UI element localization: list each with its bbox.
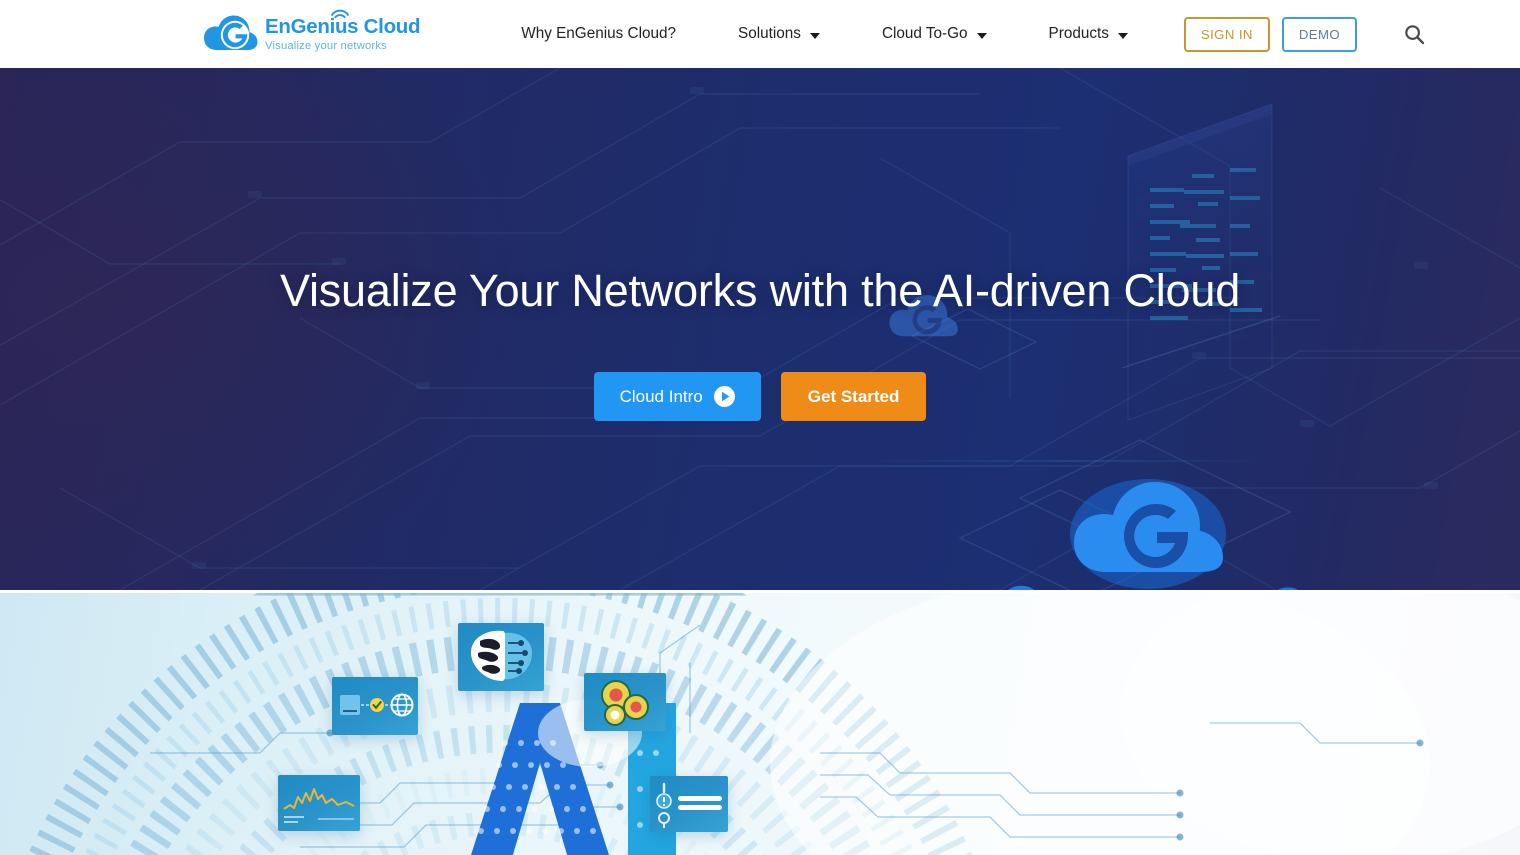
hero-section: Visualize Your Networks with the AI-driv…: [0, 68, 1520, 590]
nav-item-products[interactable]: Products: [1018, 0, 1159, 68]
chevron-down-icon: [976, 32, 987, 39]
brand-text: EnGenius Cloud Visualize your networks: [265, 9, 421, 52]
ai-radial-stripes-decor: [0, 593, 1520, 855]
ai-card-device-globe: [332, 677, 418, 735]
primary-navigation: Why EnGenius Cloud? Solutions Cloud To-G…: [490, 0, 1159, 68]
site-header: EnGenius Cloud Visualize your networks W…: [0, 0, 1520, 68]
brand-logo[interactable]: EnGenius Cloud Visualize your networks: [203, 9, 421, 58]
brand-title: EnGenius Cloud: [265, 9, 421, 38]
demo-button[interactable]: DEMO: [1281, 16, 1357, 52]
nav-item-why-engenius-cloud[interactable]: Why EnGenius Cloud?: [490, 0, 707, 68]
ai-brain-icon: [470, 630, 532, 681]
gears-icon: [601, 680, 649, 726]
nav-item-label: Solutions: [738, 25, 801, 42]
nav-item-label: Cloud To-Go: [881, 25, 968, 42]
hero-headline: Visualize Your Networks with the AI-driv…: [279, 265, 1241, 316]
nav-item-solutions[interactable]: Solutions: [707, 0, 851, 68]
cloud-intro-button[interactable]: Cloud Intro: [593, 372, 761, 421]
sign-in-button[interactable]: SIGN IN: [1183, 16, 1270, 52]
cloud-g-logo-icon: [203, 10, 259, 58]
ai-card-brain: [458, 623, 544, 691]
hero-cta-group: Cloud Intro Get Started: [593, 372, 927, 421]
play-circle-icon: [713, 386, 735, 407]
cloud-intro-label: Cloud Intro: [619, 386, 703, 406]
nav-item-cloud-to-go[interactable]: Cloud To-Go: [851, 0, 1018, 68]
nav-item-label: Why EnGenius Cloud?: [521, 25, 676, 42]
get-started-button[interactable]: Get Started: [780, 372, 927, 421]
device-globe-icon: [340, 693, 414, 717]
chevron-down-icon: [809, 32, 820, 39]
ai-showcase-section: [0, 590, 1520, 855]
brand-tagline: Visualize your networks: [265, 39, 387, 52]
hero-content: Visualize Your Networks with the AI-driv…: [0, 68, 1520, 590]
ai-card-gears: [584, 673, 666, 731]
search-icon[interactable]: [1399, 19, 1429, 49]
ai-card-alerts: [650, 776, 728, 832]
signal-chart-icon: [283, 788, 355, 823]
nav-item-label: Products: [1048, 25, 1109, 42]
chevron-down-icon: [1117, 32, 1128, 39]
header-actions: SIGN IN DEMO: [1183, 16, 1429, 52]
ai-card-chart: [278, 775, 360, 831]
wifi-arc-icon: [331, 9, 349, 19]
alert-list-icon: [656, 782, 722, 828]
